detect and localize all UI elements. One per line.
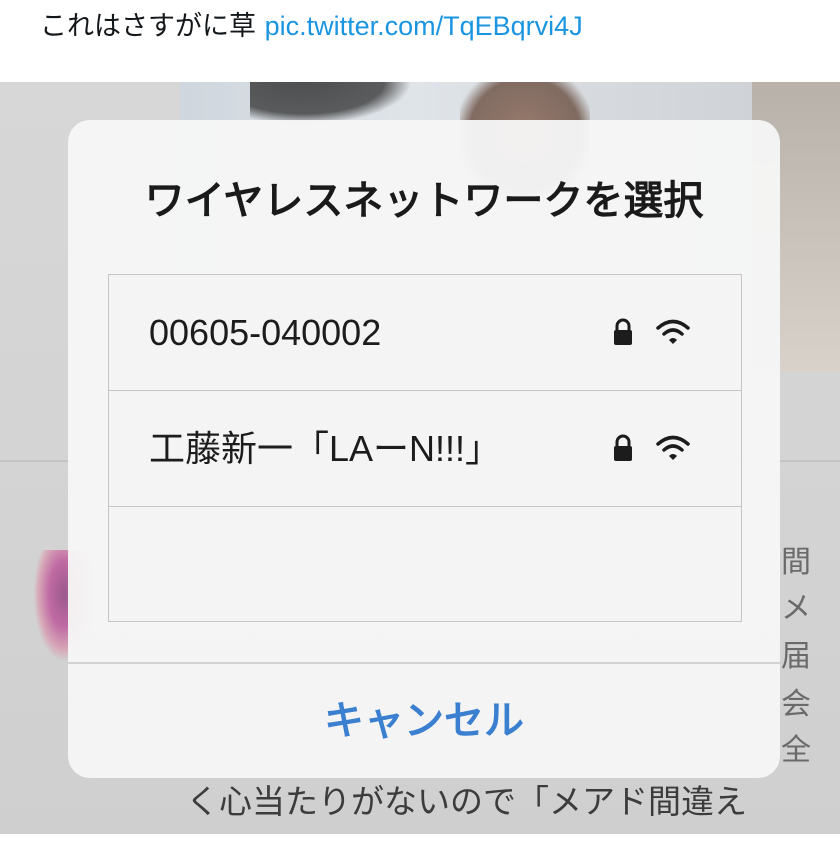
wifi-select-dialog: ワイヤレスネットワークを選択 00605-040002 工藤新一「LAーN!!!… bbox=[68, 120, 780, 778]
background-char: 届 bbox=[781, 639, 811, 674]
wifi-icon bbox=[656, 435, 690, 460]
network-item[interactable]: 工藤新一「LAーN!!!」 bbox=[109, 391, 741, 507]
background-text-line: く心当たりがないので「メアド間違え bbox=[186, 782, 747, 821]
cancel-button[interactable]: キャンセル bbox=[68, 664, 780, 778]
wifi-icon bbox=[656, 319, 690, 344]
background-char: 全 bbox=[781, 733, 811, 768]
tweet-photo[interactable]: 間 メ 届 会 全 く心当たりがないので「メアド間違え ワイヤレスネットワークを… bbox=[0, 82, 840, 834]
dialog-title: ワイヤレスネットワークを選択 bbox=[144, 178, 704, 224]
network-name: 00605-040002 bbox=[149, 312, 382, 353]
lock-icon bbox=[614, 434, 632, 461]
lock-icon bbox=[614, 318, 632, 345]
background-char: 間 bbox=[781, 545, 811, 580]
network-item[interactable]: 00605-040002 bbox=[109, 275, 741, 391]
background-char: 会 bbox=[781, 687, 811, 722]
network-item-empty[interactable] bbox=[109, 507, 741, 622]
background-char: メ bbox=[781, 591, 811, 626]
tweet-image-link[interactable]: pic.twitter.com/TqEBqrvi4J bbox=[265, 11, 583, 41]
tweet-body: これはさすがに草 bbox=[40, 11, 256, 42]
network-list: 00605-040002 工藤新一「LAーN!!!」 bbox=[108, 274, 742, 622]
network-name: 工藤新一「LAーN!!!」 bbox=[149, 428, 502, 469]
tweet-text: これはさすがに草 pic.twitter.com/TqEBqrvi4J bbox=[40, 8, 583, 44]
